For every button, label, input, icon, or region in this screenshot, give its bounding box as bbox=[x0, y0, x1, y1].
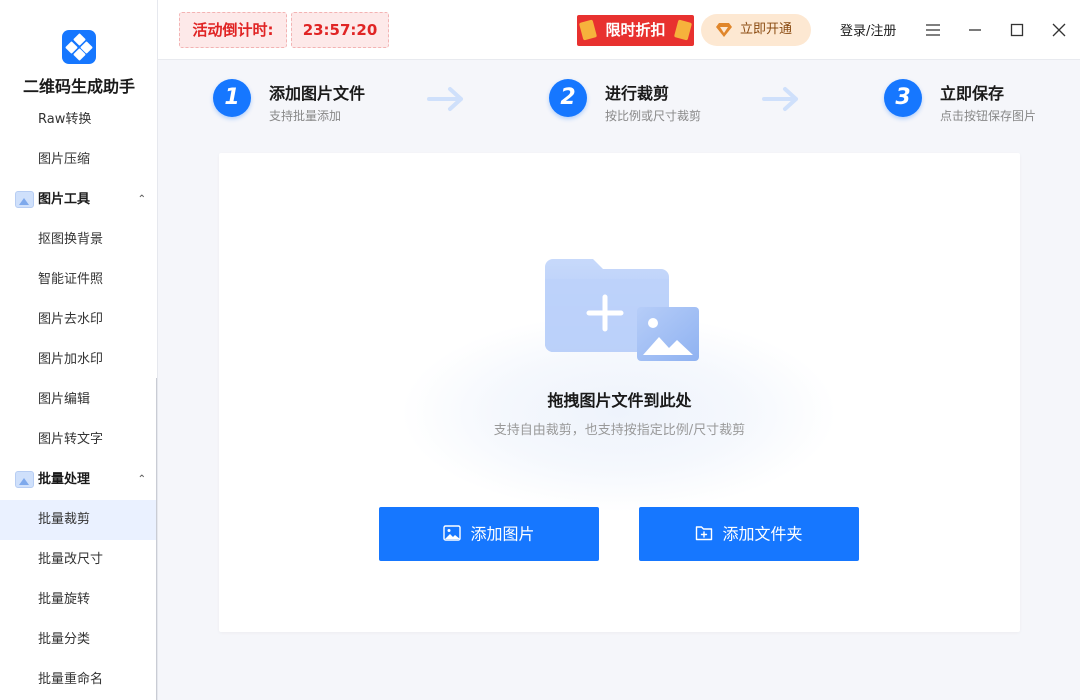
sidebar-item-id-photo[interactable]: 智能证件照 bbox=[0, 260, 157, 300]
step-title: 添加图片文件 bbox=[269, 84, 366, 103]
sidebar-item-label: 抠图换背景 bbox=[38, 232, 104, 247]
countdown-banner: 活动倒计时: 23:57:20 bbox=[179, 12, 389, 48]
red-envelope-icon bbox=[673, 19, 693, 41]
folder-add-image-icon bbox=[545, 259, 699, 361]
countdown-value: 23:57:20 bbox=[291, 12, 389, 48]
menu-icon[interactable] bbox=[921, 18, 945, 42]
countdown-label: 活动倒计时: bbox=[179, 12, 287, 48]
vip-label: 立即开通 bbox=[740, 22, 793, 37]
close-icon[interactable] bbox=[1047, 18, 1071, 42]
app-name: 二维码生成助手 bbox=[22, 77, 135, 96]
arrow-right-icon bbox=[762, 87, 798, 111]
add-image-label: 添加图片 bbox=[470, 524, 535, 544]
folder-plus-icon bbox=[696, 525, 713, 540]
sidebar-scrollbar[interactable] bbox=[156, 378, 157, 700]
arrow-right-icon bbox=[427, 87, 463, 111]
promo-label: 限时折扣 bbox=[605, 21, 666, 39]
sidebar-item-add-watermark[interactable]: 图片加水印 bbox=[0, 340, 157, 380]
sidebar-item-batch-crop[interactable]: 批量裁剪 bbox=[0, 500, 157, 540]
sidebar-group-label: 批量处理 bbox=[38, 472, 91, 487]
sidebar-item-label: 图片编辑 bbox=[38, 392, 91, 407]
sidebar-item-cutout[interactable]: 抠图换背景 bbox=[0, 220, 157, 260]
sidebar-group-image-tools[interactable]: 图片工具 ⌃ bbox=[0, 180, 157, 220]
sidebar-nav: Raw转换 图片压缩 图片工具 ⌃ 抠图换背景 智能证件照 图片去水印 图片加水… bbox=[0, 112, 157, 700]
chevron-up-icon: ⌃ bbox=[137, 474, 146, 485]
step-subtitle: 按比例或尺寸裁剪 bbox=[605, 109, 702, 123]
image-icon bbox=[443, 524, 462, 541]
batch-icon bbox=[15, 471, 34, 488]
sidebar: 二维码生成助手 Raw转换 图片压缩 图片工具 ⌃ 抠图换背景 智能证件照 图片… bbox=[0, 0, 158, 700]
sidebar-item-label: 批量裁剪 bbox=[38, 512, 91, 527]
sidebar-item-label: 批量旋转 bbox=[38, 592, 91, 607]
sidebar-item-label: 批量改尺寸 bbox=[38, 552, 104, 567]
step-number: 2 bbox=[549, 79, 587, 117]
step-subtitle: 支持批量添加 bbox=[269, 109, 342, 123]
sidebar-group-label: 图片工具 bbox=[38, 192, 91, 207]
login-register-link[interactable]: 登录/注册 bbox=[840, 20, 896, 39]
app-logo-icon bbox=[62, 30, 96, 64]
sidebar-item-image-edit[interactable]: 图片编辑 bbox=[0, 380, 157, 420]
step-title: 进行裁剪 bbox=[605, 84, 670, 103]
sidebar-item-label: 图片压缩 bbox=[38, 152, 91, 167]
sidebar-item-batch-rename[interactable]: 批量重命名 bbox=[0, 660, 157, 700]
image-icon bbox=[15, 191, 34, 208]
add-folder-button[interactable]: 添加文件夹 bbox=[639, 507, 859, 561]
sidebar-item-label: Raw转换 bbox=[38, 112, 92, 127]
drop-zone-title: 拖拽图片文件到此处 bbox=[547, 391, 692, 410]
sidebar-item-label: 批量分类 bbox=[38, 632, 91, 647]
drop-zone-subtitle: 支持自由裁剪，也支持按指定比例/尺寸裁剪 bbox=[493, 423, 746, 438]
sidebar-item-batch-resize[interactable]: 批量改尺寸 bbox=[0, 540, 157, 580]
sidebar-item-label: 图片加水印 bbox=[38, 352, 104, 367]
steps-bar: 1 添加图片文件 支持批量添加 2 进行裁剪 按比例或尺寸裁剪 3 立即保存 点… bbox=[158, 61, 1080, 141]
sidebar-item-label: 图片去水印 bbox=[38, 312, 104, 327]
promo-discount-button[interactable]: 限时折扣 bbox=[577, 15, 694, 46]
sidebar-item-batch-classify[interactable]: 批量分类 bbox=[0, 620, 157, 660]
diamond-icon bbox=[716, 23, 732, 37]
add-folder-label: 添加文件夹 bbox=[722, 524, 803, 544]
step-number: 1 bbox=[213, 79, 251, 117]
step-number: 3 bbox=[884, 79, 922, 117]
chevron-up-icon: ⌃ bbox=[137, 194, 146, 205]
step-title: 立即保存 bbox=[940, 84, 1005, 103]
add-image-button[interactable]: 添加图片 bbox=[379, 507, 599, 561]
sidebar-item-label: 智能证件照 bbox=[38, 272, 104, 287]
sidebar-item-raw-convert[interactable]: Raw转换 bbox=[0, 112, 157, 140]
sidebar-item-label: 批量重命名 bbox=[38, 672, 104, 687]
maximize-icon[interactable] bbox=[1005, 18, 1029, 42]
sidebar-item-image-compress[interactable]: 图片压缩 bbox=[0, 140, 157, 180]
drop-zone[interactable]: 拖拽图片文件到此处 支持自由裁剪，也支持按指定比例/尺寸裁剪 添加图片 添加文件… bbox=[219, 153, 1020, 632]
topbar: 活动倒计时: 23:57:20 限时折扣 立即开通 登录/注册 bbox=[158, 0, 1080, 60]
sidebar-item-image-to-text[interactable]: 图片转文字 bbox=[0, 420, 157, 460]
sidebar-item-remove-watermark[interactable]: 图片去水印 bbox=[0, 300, 157, 340]
minimize-icon[interactable] bbox=[963, 18, 987, 42]
sidebar-group-batch[interactable]: 批量处理 ⌃ bbox=[0, 460, 157, 500]
red-envelope-icon bbox=[578, 19, 598, 41]
step-subtitle: 点击按钮保存图片 bbox=[940, 109, 1037, 123]
sidebar-item-batch-rotate[interactable]: 批量旋转 bbox=[0, 580, 157, 620]
vip-activate-button[interactable]: 立即开通 bbox=[701, 14, 811, 46]
sidebar-item-label: 图片转文字 bbox=[38, 432, 104, 447]
